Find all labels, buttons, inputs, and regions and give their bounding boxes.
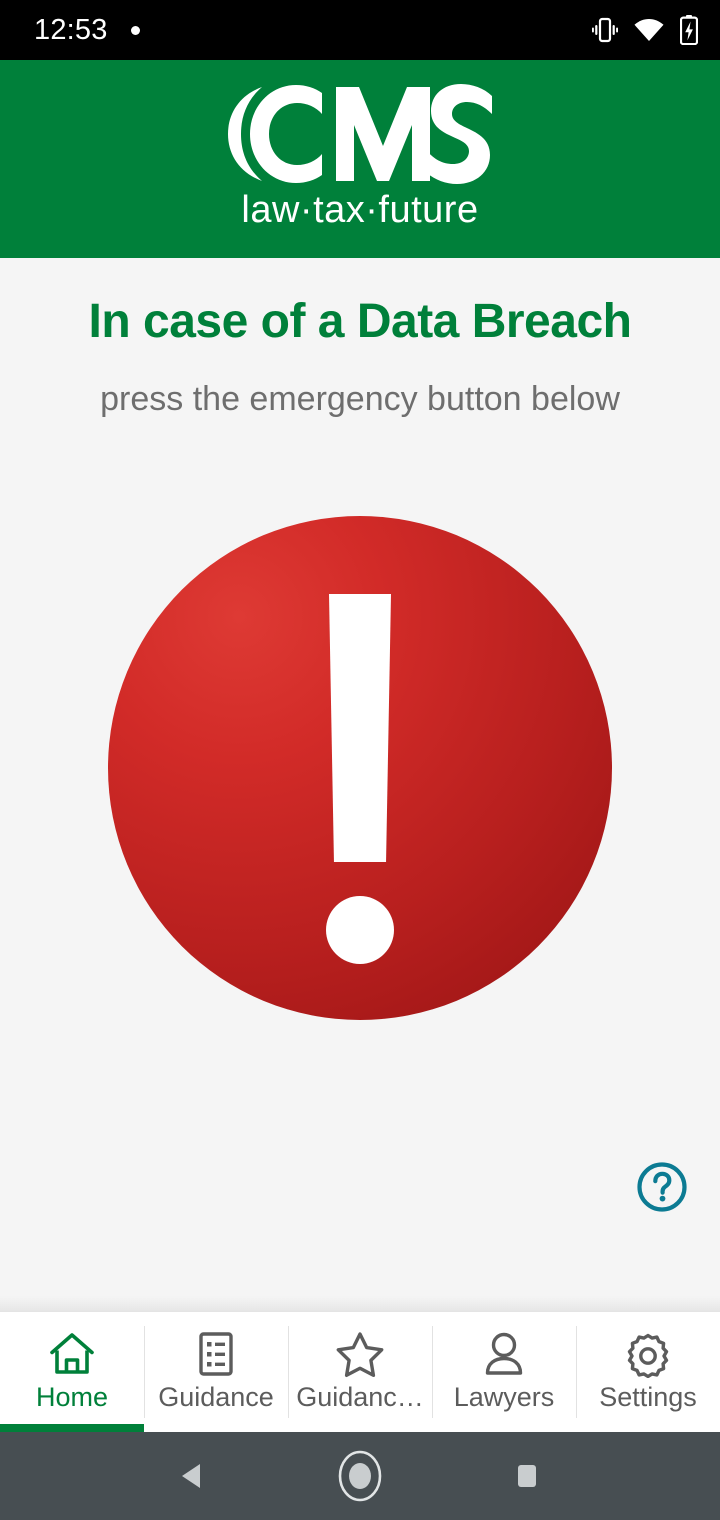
status-time: 12:53 — [34, 13, 108, 46]
tab-lawyers[interactable]: Lawyers — [432, 1312, 576, 1432]
tab-lawyers-label: Lawyers — [453, 1381, 555, 1412]
tab-home[interactable]: Home — [0, 1312, 144, 1432]
home-icon — [48, 1330, 96, 1378]
main-content: In case of a Data Breach press the emerg… — [0, 258, 720, 1312]
bottom-tab-bar: Home Guidance Guidanc… Lawyers Settings — [0, 1312, 720, 1432]
help-circle-icon — [637, 1162, 687, 1212]
person-icon — [481, 1330, 527, 1378]
tab-home-label: Home — [35, 1381, 109, 1412]
circle-icon — [338, 1450, 382, 1502]
square-icon — [517, 1465, 536, 1487]
active-tab-indicator — [0, 1424, 144, 1432]
home-button[interactable] — [324, 1440, 396, 1512]
document-list-icon — [194, 1330, 238, 1378]
cms-tagline: law·tax·future — [241, 188, 479, 231]
page-title: In case of a Data Breach — [88, 295, 632, 348]
cms-wordmark-icon — [228, 83, 492, 184]
exclamation-dot-icon — [326, 896, 394, 964]
app-screen: 12:53 law·tax·future In case of a Data B… — [0, 0, 720, 1520]
back-button[interactable] — [157, 1440, 229, 1512]
tab-settings[interactable]: Settings — [576, 1312, 720, 1432]
recents-button[interactable] — [491, 1440, 563, 1512]
notification-dot-icon — [130, 25, 140, 35]
system-navigation-bar — [0, 1432, 720, 1520]
wifi-icon — [634, 18, 664, 42]
gear-icon — [624, 1330, 672, 1378]
status-bar: 12:53 — [0, 0, 720, 60]
help-button[interactable] — [636, 1161, 688, 1213]
battery-charging-icon — [680, 15, 698, 45]
tab-guidance-label: Guidance — [158, 1381, 274, 1412]
tab-guidance-favourites[interactable]: Guidanc… — [288, 1312, 432, 1432]
vibrate-icon — [592, 16, 618, 44]
brand-header: law·tax·future — [0, 60, 720, 258]
cms-logo: law·tax·future — [226, 83, 494, 232]
tab-guidance-favourites-label: Guidanc… — [296, 1381, 424, 1412]
emergency-button[interactable] — [108, 516, 612, 1020]
tab-settings-label: Settings — [599, 1381, 697, 1412]
star-icon — [335, 1330, 385, 1378]
page-subtitle: press the emergency button below — [100, 379, 620, 418]
tab-guidance[interactable]: Guidance — [144, 1312, 288, 1432]
tab-bar-shadow — [0, 1296, 720, 1312]
exclamation-stem-icon — [329, 594, 391, 862]
triangle-left-icon — [182, 1464, 201, 1488]
